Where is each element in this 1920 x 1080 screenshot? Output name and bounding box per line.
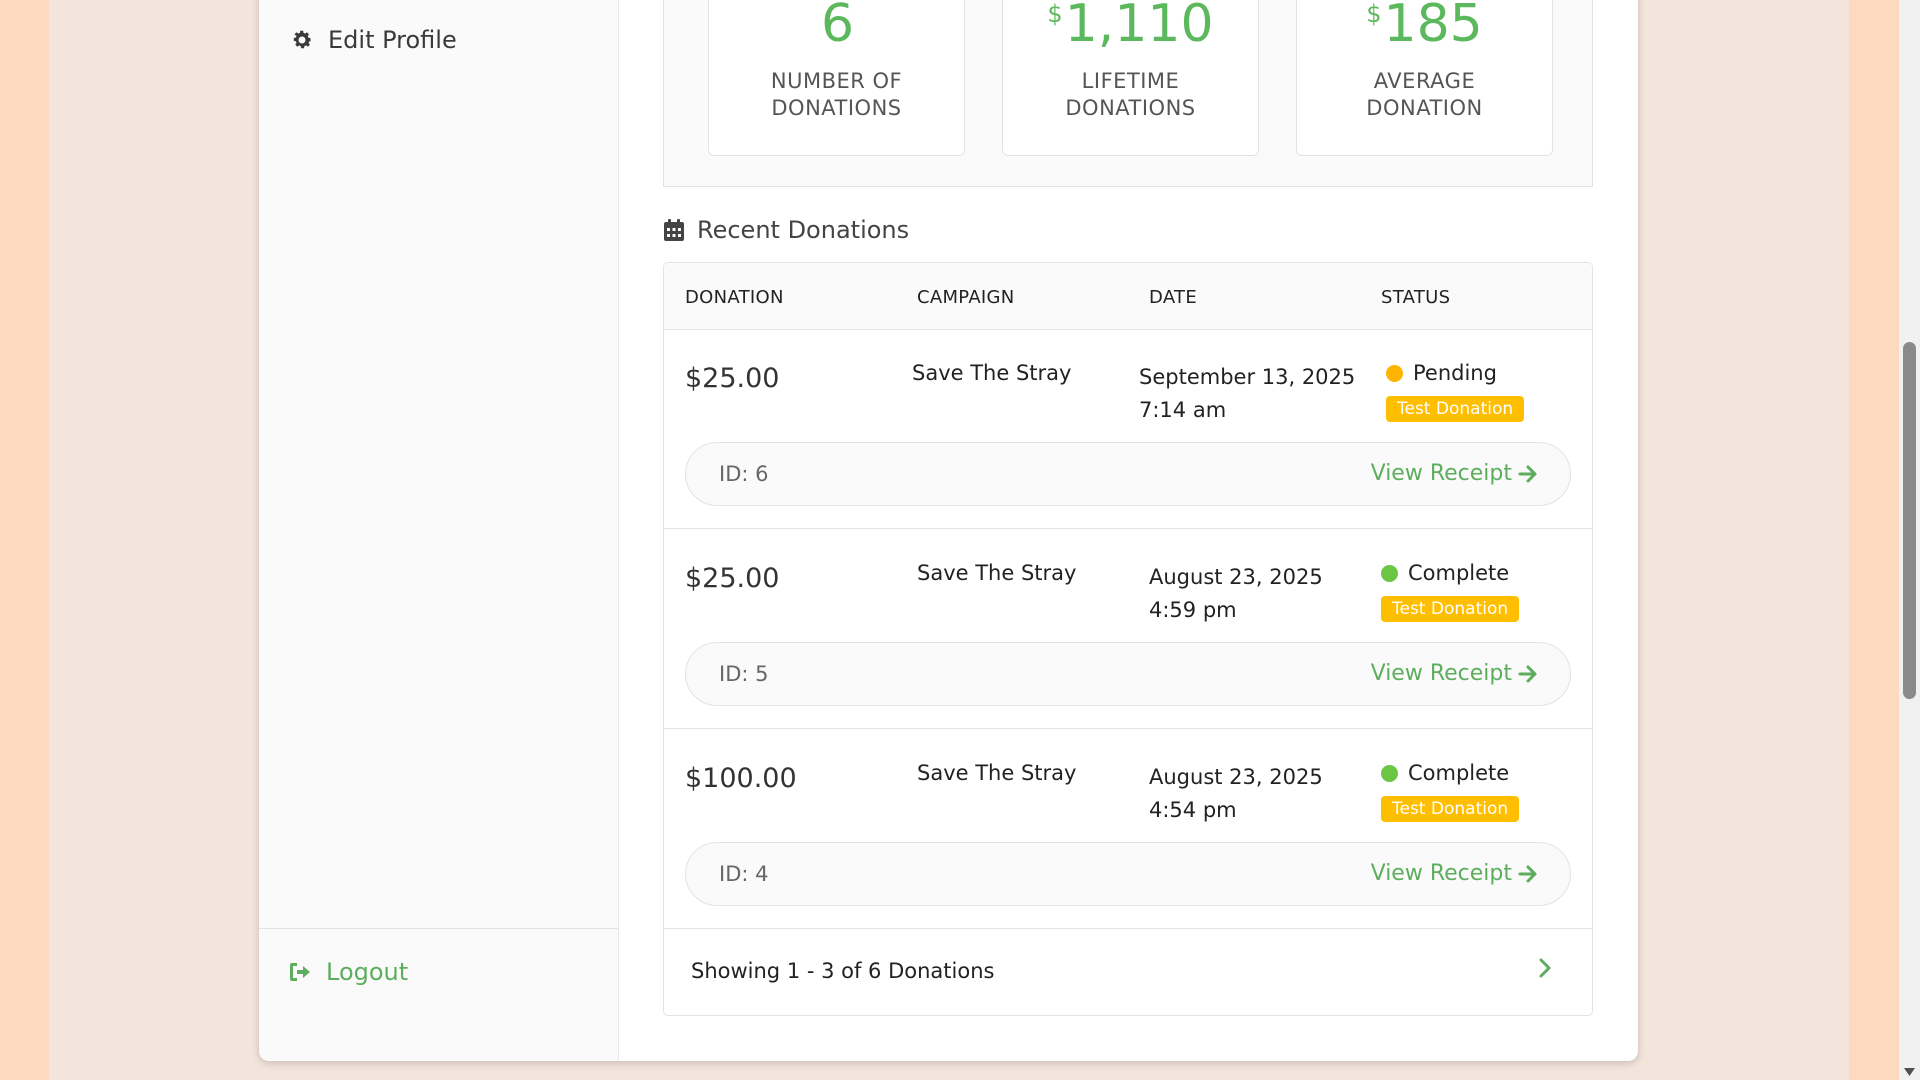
recent-donations-heading: Recent Donations [663,216,909,244]
table-row: $25.00 Save The Stray August 23, 2025 4:… [664,529,1592,729]
status-dot [1381,564,1398,582]
table-row: $100.00 Save The Stray August 23, 2025 4… [664,729,1592,929]
stat-value: $1,110 [1003,0,1258,50]
stat-value: $185 [1297,0,1552,50]
stat-number: 6 [820,0,855,54]
gear-icon [293,30,312,49]
date-text: September 13, 2025 [1139,365,1356,389]
status: Complete [1381,761,1509,785]
arrow-right-icon [1518,665,1537,682]
date-text: August 23, 2025 [1149,565,1323,589]
scrollbar-thumb[interactable] [1903,342,1916,699]
page-scrollbar[interactable] [1899,0,1920,1080]
donation-id: ID: 5 [719,662,769,686]
campaign-name: Save The Stray [917,561,1077,585]
donation-id-bar: ID: 4 View Receipt [685,842,1571,906]
donation-amount: $100.00 [685,763,797,794]
test-donation-badge: Test Donation [1381,796,1520,822]
status-dot [1381,764,1398,782]
donation-id-bar: ID: 6 View Receipt [685,442,1571,506]
status: Complete [1381,561,1509,585]
date-text: August 23, 2025 [1149,765,1323,789]
view-receipt-label: View Receipt [1370,461,1512,486]
donation-id: ID: 6 [719,462,769,486]
chevron-right-icon [1539,958,1551,978]
donations-table: DONATION CAMPAIGN DATE STATUS $25.00 Sav… [663,262,1593,1016]
status-text: Complete [1408,561,1510,585]
stat-label: LIFETIME DONATIONS [1065,69,1196,120]
donation-date: September 13, 2025 7:14 am [1139,361,1355,427]
stat-label: AVERAGE DONATION [1366,69,1483,120]
table-row: $25.00 Save The Stray September 13, 2025… [664,329,1592,529]
column-header-campaign: CAMPAIGN [917,287,1015,308]
status-dot [1386,364,1403,382]
logout-icon [290,963,310,981]
stat-value: 6 [709,0,964,50]
view-receipt-link[interactable]: View Receipt [1371,661,1538,686]
donation-id-bar: ID: 5 View Receipt [685,642,1571,706]
stat-number: 1,110 [1064,0,1214,54]
arrow-right-icon [1518,465,1537,482]
recent-donations-title: Recent Donations [697,216,910,244]
status: Pending [1386,361,1497,385]
table-header: DONATION CAMPAIGN DATE STATUS [664,263,1592,330]
sidebar: Edit Profile Logout [259,0,619,1061]
test-donation-badge: Test Donation [1381,596,1520,622]
main-content: 6 NUMBER OF DONATIONS $1,110 LIFETIME DO… [663,0,1593,1061]
time-text: 4:54 pm [1149,798,1237,822]
status-text: Complete [1408,761,1510,785]
donation-amount: $25.00 [685,363,780,394]
stat-average-donation: $185 AVERAGE DONATION [1296,0,1553,156]
calendar-icon [664,219,684,241]
donation-date: August 23, 2025 4:59 pm [1149,561,1323,627]
view-receipt-label: View Receipt [1370,661,1512,686]
logout-link[interactable]: Logout [288,958,408,986]
column-header-date: DATE [1149,287,1198,308]
edit-profile-link[interactable]: Edit Profile [290,26,457,54]
column-header-status: STATUS [1381,287,1451,308]
time-text: 4:59 pm [1149,598,1237,622]
stat-currency: $ [1047,0,1063,28]
arrow-right-icon [1518,865,1537,882]
time-text: 7:14 am [1139,398,1227,422]
stat-label: NUMBER OF DONATIONS [770,69,903,120]
stat-currency: $ [1366,0,1382,28]
view-receipt-label: View Receipt [1370,861,1512,886]
campaign-name: Save The Stray [912,361,1072,385]
sidebar-divider [259,928,618,929]
column-header-donation: DONATION [685,287,784,308]
next-page-button[interactable] [1538,957,1552,983]
table-footer: Showing 1 - 3 of 6 Donations [664,927,1592,1015]
status-text: Pending [1413,361,1497,385]
profile-card: Edit Profile Logout 6 NUMBER OF DONATION… [259,0,1638,1061]
donation-id: ID: 4 [719,862,769,886]
campaign-name: Save The Stray [917,761,1077,785]
stat-number-of-donations: 6 NUMBER OF DONATIONS [708,0,965,156]
stat-number: 185 [1383,0,1483,54]
scroll-down-arrow-icon[interactable] [1904,1068,1915,1076]
donation-amount: $25.00 [685,563,780,594]
pagination-summary: Showing 1 - 3 of 6 Donations [691,959,995,983]
donation-date: August 23, 2025 4:54 pm [1149,761,1323,827]
stat-lifetime-donations: $1,110 LIFETIME DONATIONS [1002,0,1259,156]
test-donation-badge: Test Donation [1386,396,1525,422]
view-receipt-link[interactable]: View Receipt [1371,861,1538,886]
stats-summary: 6 NUMBER OF DONATIONS $1,110 LIFETIME DO… [663,0,1593,187]
edit-profile-label: Edit Profile [328,26,457,54]
logout-label: Logout [326,958,409,986]
view-receipt-link[interactable]: View Receipt [1371,461,1538,486]
